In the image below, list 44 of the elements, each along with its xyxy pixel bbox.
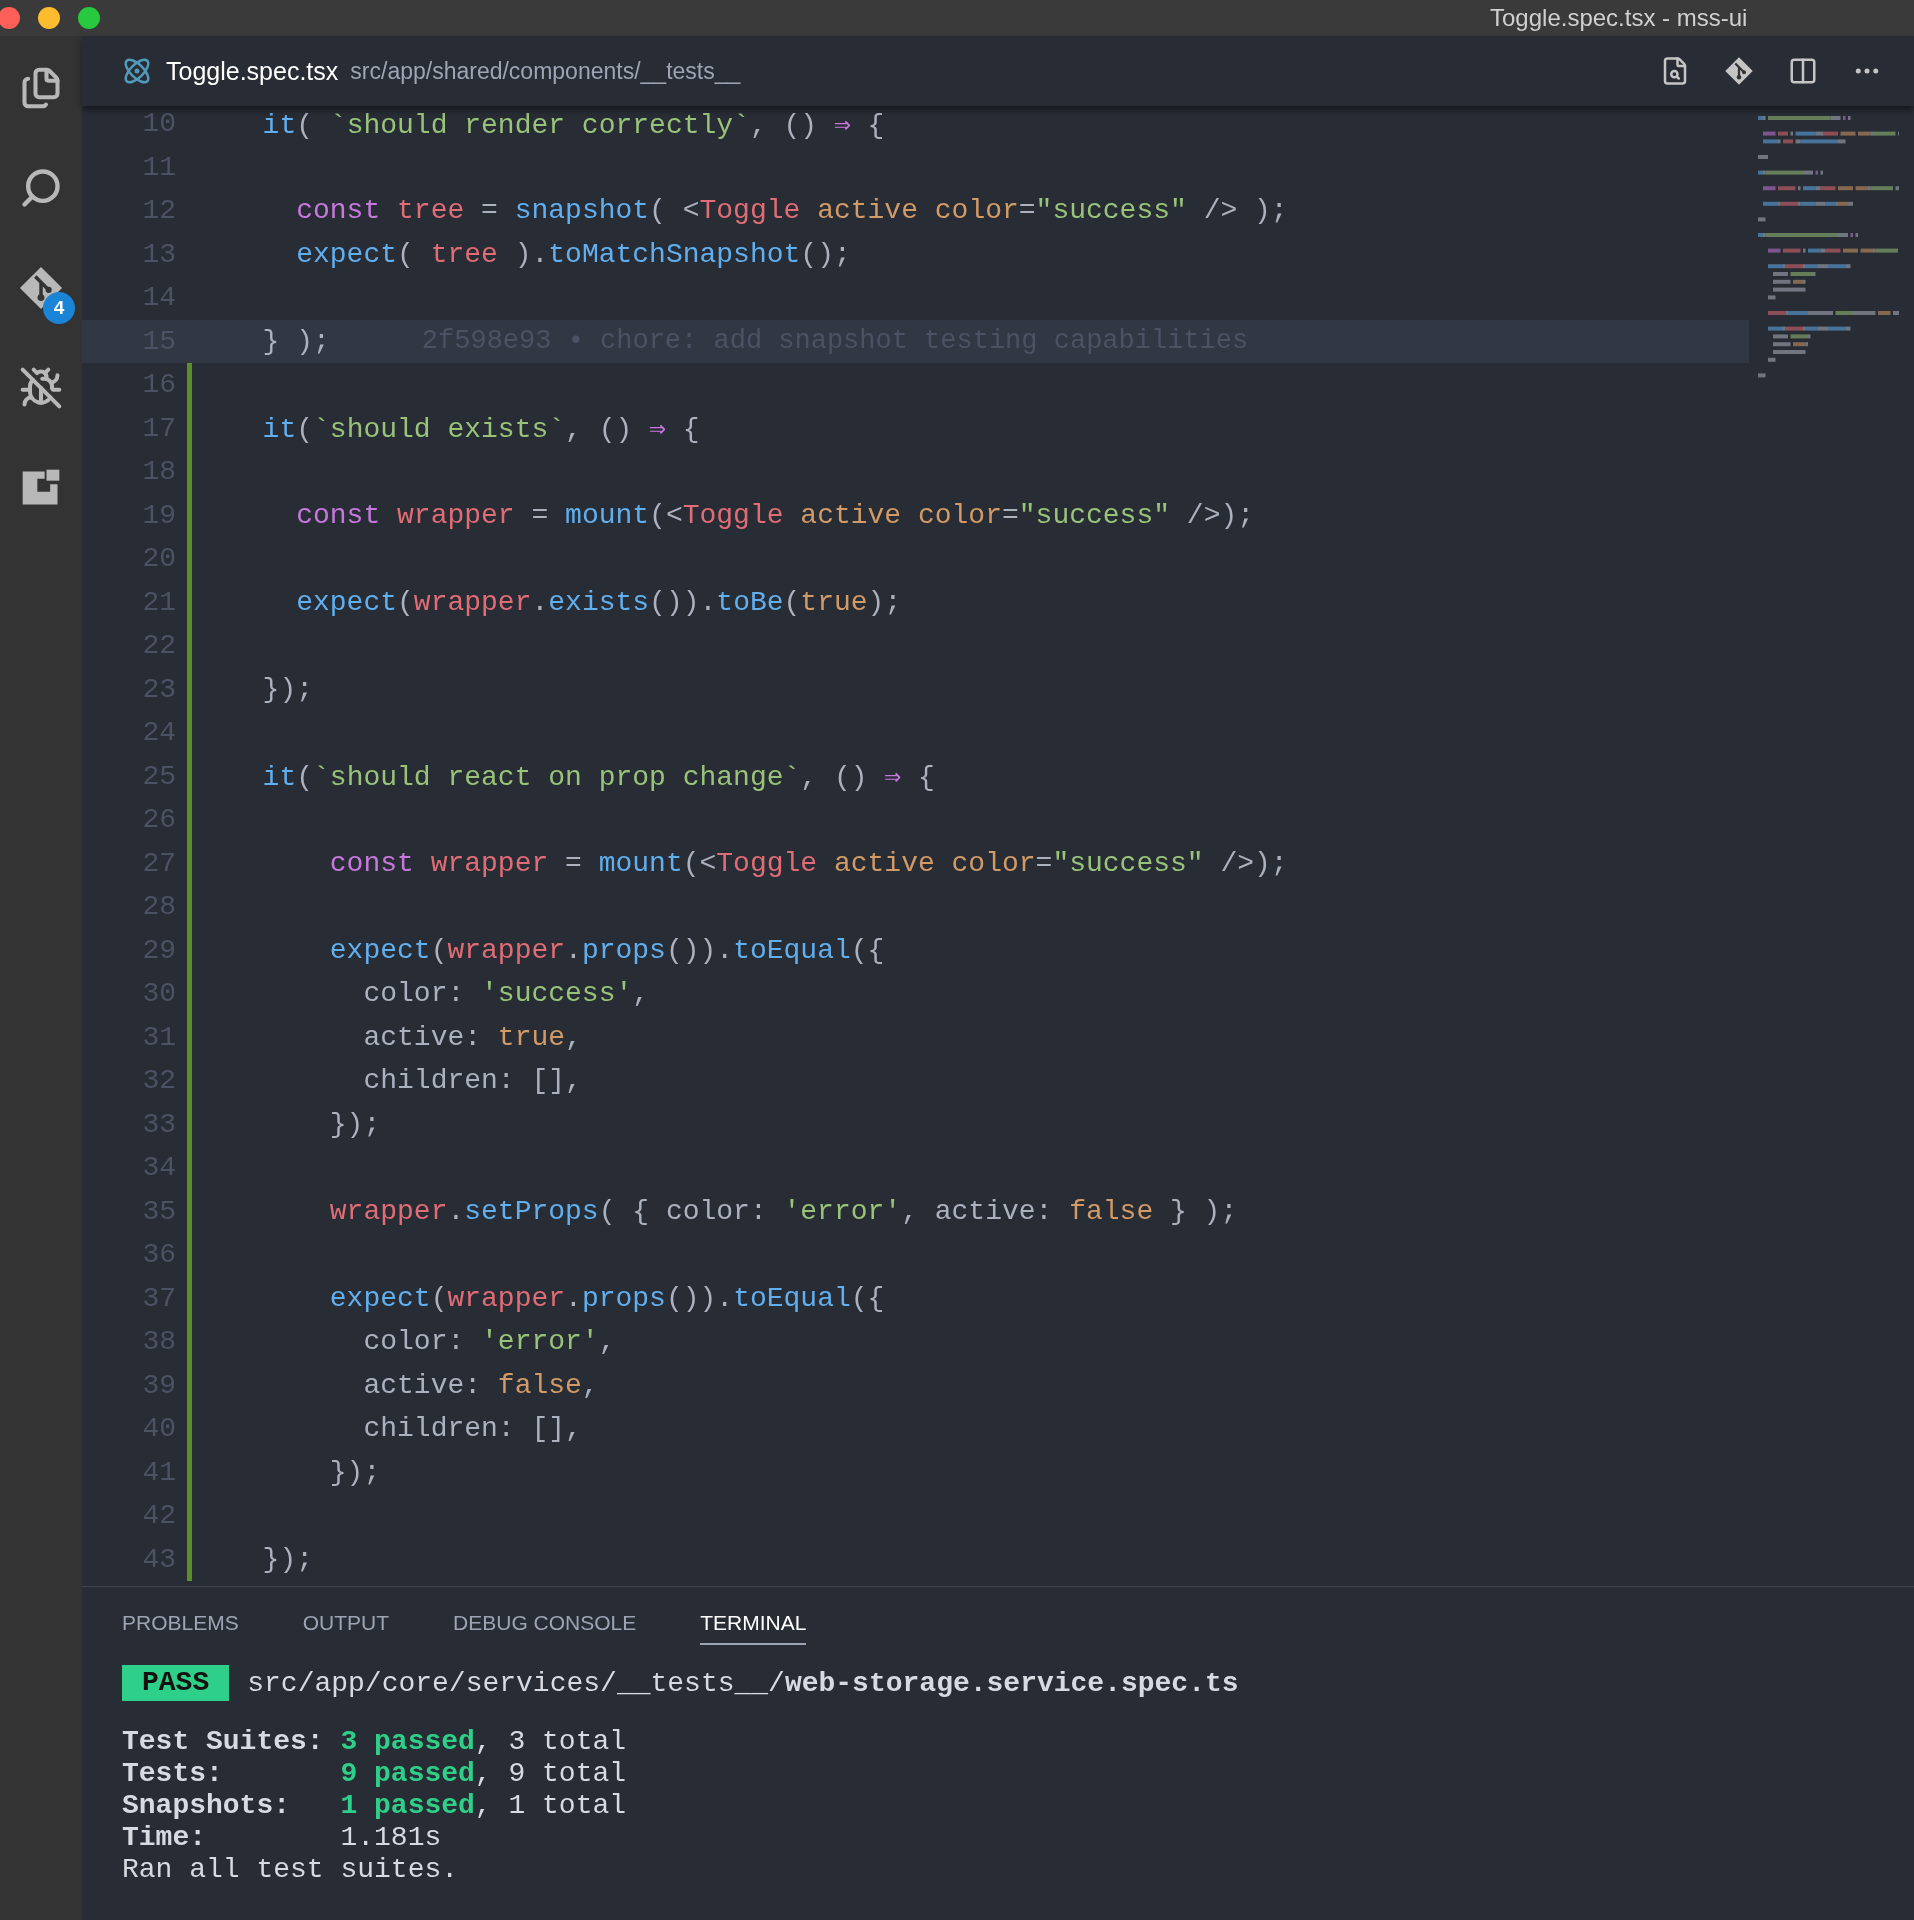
code-line: expect(wrapper.exists()).toBe(true); [295,586,902,618]
code-line: }); [261,673,313,705]
code-line: expect( tree ).toMatchSnapshot(); [295,238,851,270]
window-title: Toggle.spec.tsx - mss-ui [1490,4,1748,32]
minimize-window-button[interactable] [38,7,60,29]
code-line: active: false, [362,1369,599,1401]
code-line: const tree = snapshot( <Toggle active color="success" /> ); [295,195,1288,227]
atom-icon [122,56,152,86]
terminal-line: Ran all test suites. [122,1853,460,1885]
code-line: }); [261,1543,313,1575]
code-line: it(`should react on prop change`, () ⇒ { [261,761,935,794]
panel-tab[interactable]: DEBUG CONSOLE [453,1609,637,1645]
code-line: children: [], [362,1413,582,1445]
code-line: }); [328,1456,381,1488]
code-line: active: true, [362,1021,582,1053]
code-line: }); [328,1108,381,1140]
test-file-path: src/app/core/services/__tests__/web-storage.service.spec.ts [247,1667,1239,1699]
code-line: it(`should exists`, () ⇒ { [261,413,700,446]
code-line: wrapper.setProps( { color: 'error', active: false } ); [328,1195,1238,1227]
crossed-bug-icon[interactable] [19,366,63,410]
code-line: const wrapper = mount(<Toggle active color="success" />); [328,847,1288,879]
close-window-button[interactable] [0,7,20,29]
file-path: src/app/shared/components/__tests__ [350,57,741,85]
pass-badge: PASS [122,1665,230,1701]
count-badge: 4 [43,292,75,324]
search-icon[interactable] [19,166,63,210]
panel-tab[interactable]: TERMINAL [700,1609,807,1645]
code-line: expect(wrapper.props()).toEqual({ [328,1282,885,1314]
code-line: } ); [261,325,330,357]
zoom-window-button[interactable] [78,7,100,29]
files-icon[interactable] [19,66,63,110]
code-line: children: [], [362,1065,582,1097]
terminal-line: Snapshots: 1 passed, 1 total [122,1789,628,1821]
code-line: expect(wrapper.props()).toEqual({ [328,934,885,966]
file-name[interactable]: Toggle.spec.tsx [166,56,339,86]
code-line: color: 'success', [362,978,650,1010]
terminal-line: Test Suites: 3 passed, 3 total [122,1725,628,1757]
terminal-line: Tests: 9 passed, 9 total [122,1757,628,1789]
panel-tab[interactable]: OUTPUT [302,1609,390,1645]
panel-tab[interactable]: PROBLEMS [122,1609,239,1645]
code-line: it( `should render correctly`, () ⇒ { [261,108,885,141]
code-line: color: 'error', [362,1326,616,1358]
code-line: const wrapper = mount(<Toggle active color="success" />); [295,499,1255,531]
terminal-line: Time: 1.181s [122,1821,443,1853]
